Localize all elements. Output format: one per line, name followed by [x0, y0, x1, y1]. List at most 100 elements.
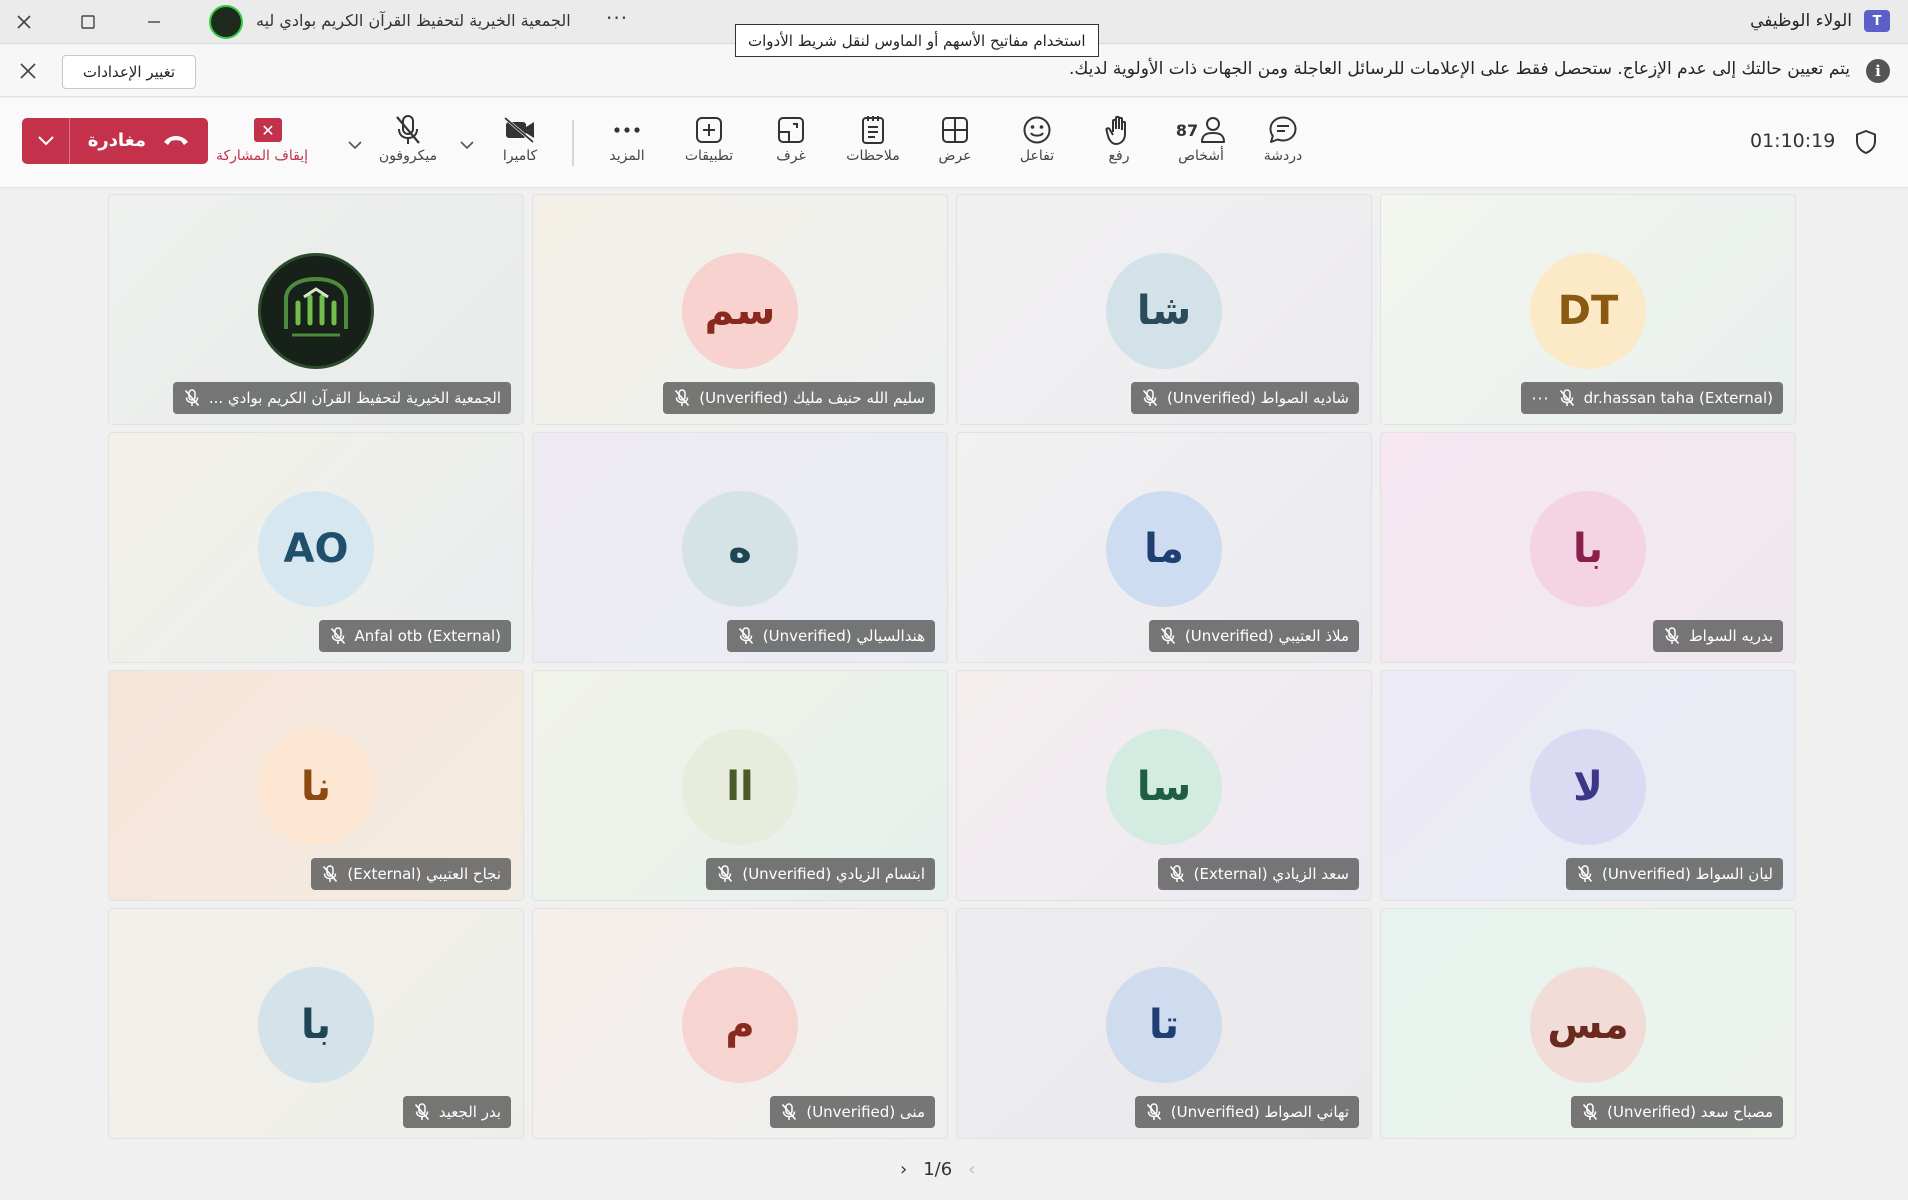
- participant-tile[interactable]: با بدر الجعيد: [108, 908, 524, 1139]
- camera-options-chevron-icon[interactable]: [456, 134, 478, 156]
- apps-button[interactable]: تطبيقات: [669, 112, 749, 174]
- more-options-icon[interactable]: ···: [606, 6, 628, 30]
- change-settings-button[interactable]: تغيير الإعدادات: [62, 55, 196, 89]
- participant-initials: مس: [1547, 1002, 1629, 1048]
- chat-button[interactable]: دردشة: [1243, 112, 1323, 174]
- participant-avatar: ه: [682, 491, 798, 607]
- mic-off-icon: [368, 112, 448, 148]
- notes-icon: [833, 112, 913, 148]
- participant-tile[interactable]: نا نجاح العتيبي (External): [108, 670, 524, 901]
- apps-label: تطبيقات: [684, 148, 734, 164]
- participant-tile[interactable]: AO Anfal otb (External): [108, 432, 524, 663]
- participant-avatar: AO: [258, 491, 374, 607]
- participant-tile[interactable]: ه هندالسيالي (Unverified): [532, 432, 948, 663]
- participant-nameplate: هندالسيالي (Unverified): [726, 620, 935, 652]
- participant-initials: شا: [1136, 288, 1192, 334]
- participant-initials: AO: [283, 526, 349, 572]
- close-window-icon[interactable]: [6, 6, 42, 38]
- participant-avatar: نا: [258, 729, 374, 845]
- participant-tile[interactable]: اا ابتسام الزيادي (Unverified): [532, 670, 948, 901]
- mic-off-icon: [183, 389, 201, 407]
- rooms-label: غرف: [776, 148, 806, 164]
- more-button[interactable]: المزيد: [587, 112, 667, 174]
- participant-initials: سم: [704, 288, 776, 334]
- people-button[interactable]: 87 أشخاص: [1161, 112, 1241, 174]
- smile-icon: [997, 112, 1077, 148]
- stop-sharing-button[interactable]: ✕ إيقاف المشاركة: [216, 112, 308, 174]
- chat-label: دردشة: [1263, 148, 1303, 164]
- chat-icon: [1243, 112, 1323, 148]
- mic-off-icon: [673, 389, 691, 407]
- participant-tile[interactable]: DT dr.hassan taha (External) ···: [1380, 194, 1796, 425]
- prev-page-icon[interactable]: ‹: [968, 1159, 975, 1180]
- participant-tile[interactable]: سم سليم الله حنيف مليك (Unverified): [532, 194, 948, 425]
- participant-tile[interactable]: الجمعية الخيرية لتحفيظ القرآن الكريم بوا…: [108, 194, 524, 425]
- react-button[interactable]: تفاعل: [997, 112, 1077, 174]
- pagination: › 1/6 ‹: [900, 1154, 975, 1184]
- mic-off-icon: [1576, 865, 1594, 883]
- participant-tile[interactable]: با بدريه السواط: [1380, 432, 1796, 663]
- participant-name: بدريه السواط: [1688, 627, 1773, 645]
- participant-nameplate: Anfal otb (External): [318, 620, 511, 652]
- participant-tile[interactable]: سا سعد الزيادي (External): [956, 670, 1372, 901]
- teams-app-icon: T: [1864, 10, 1890, 32]
- view-label: عرض: [938, 148, 972, 164]
- participant-name: الجمعية الخيرية لتحفيظ القرآن الكريم بوا…: [208, 389, 501, 407]
- participant-tile[interactable]: م منى (Unverified): [532, 908, 948, 1139]
- participant-nameplate: ليان السواط (Unverified): [1566, 858, 1783, 890]
- grid-view-icon: [915, 112, 995, 148]
- participant-avatar: اا: [682, 729, 798, 845]
- participant-initials: با: [300, 1002, 332, 1048]
- chevron-down-icon[interactable]: [22, 118, 70, 164]
- rooms-button[interactable]: غرف: [751, 112, 831, 174]
- page-indicator: 1/6: [923, 1158, 953, 1180]
- participant-tile[interactable]: مس مصباح سعد (Unverified): [1380, 908, 1796, 1139]
- notes-button[interactable]: ملاحظات: [833, 112, 913, 174]
- participant-avatar: سم: [682, 253, 798, 369]
- participant-name: تهاني الصواط (Unverified): [1170, 1103, 1349, 1121]
- participant-tile[interactable]: ما ملاذ العتيبي (Unverified): [956, 432, 1372, 663]
- participant-avatar: شا: [1106, 253, 1222, 369]
- notification-text: يتم تعيين حالتك إلى عدم الإزعاج. ستحصل ف…: [1068, 59, 1850, 79]
- mic-off-icon: [716, 865, 734, 883]
- people-count: 87: [1175, 120, 1199, 140]
- camera-button[interactable]: كاميرا: [480, 112, 560, 174]
- microphone-button[interactable]: ميكروفون: [368, 112, 448, 174]
- mic-off-icon: [737, 627, 755, 645]
- participant-name: سليم الله حنيف مليك (Unverified): [699, 389, 925, 407]
- participant-nameplate: نجاح العتيبي (External): [311, 858, 511, 890]
- participant-name: dr.hassan taha (External): [1583, 389, 1773, 407]
- participant-avatar: با: [1530, 491, 1646, 607]
- participant-tile[interactable]: لا ليان السواط (Unverified): [1380, 670, 1796, 901]
- mic-off-icon: [1141, 389, 1159, 407]
- notes-label: ملاحظات: [846, 148, 900, 164]
- participant-initials: نا: [300, 764, 332, 810]
- participant-avatar: سا: [1106, 729, 1222, 845]
- participant-avatar: لا: [1530, 729, 1646, 845]
- mic-off-icon: [1159, 627, 1177, 645]
- participant-name: مصباح سعد (Unverified): [1607, 1103, 1773, 1121]
- participant-nameplate: مصباح سعد (Unverified): [1571, 1096, 1783, 1128]
- minimize-window-icon[interactable]: [136, 6, 172, 38]
- participant-tile[interactable]: تا تهاني الصواط (Unverified): [956, 908, 1372, 1139]
- next-page-icon[interactable]: ›: [900, 1159, 907, 1180]
- mic-options-chevron-icon[interactable]: [344, 134, 366, 156]
- shield-icon[interactable]: [1852, 128, 1880, 156]
- raise-hand-button[interactable]: رفع: [1079, 112, 1159, 174]
- participant-name: Anfal otb (External): [354, 627, 501, 645]
- view-button[interactable]: عرض: [915, 112, 995, 174]
- toolbar-separator: [572, 120, 574, 166]
- maximize-window-icon[interactable]: [70, 6, 106, 38]
- participant-tile[interactable]: شا شاديه الصواط (Unverified): [956, 194, 1372, 425]
- participant-more-icon[interactable]: ···: [1531, 389, 1549, 408]
- meeting-timer: 01:10:19: [1750, 130, 1836, 152]
- participant-grid: DT dr.hassan taha (External) ··· شا شاديه ال…: [108, 194, 1796, 1139]
- participant-name: بدر الجعيد: [438, 1103, 501, 1121]
- close-icon[interactable]: [12, 55, 44, 87]
- leave-button[interactable]: مغادرة: [22, 118, 208, 164]
- hand-icon: [1079, 112, 1159, 148]
- participant-nameplate: dr.hassan taha (External) ···: [1521, 382, 1783, 414]
- camera-label: كاميرا: [502, 148, 538, 164]
- stop-sharing-icon: ✕: [254, 118, 282, 142]
- participant-nameplate: شاديه الصواط (Unverified): [1131, 382, 1359, 414]
